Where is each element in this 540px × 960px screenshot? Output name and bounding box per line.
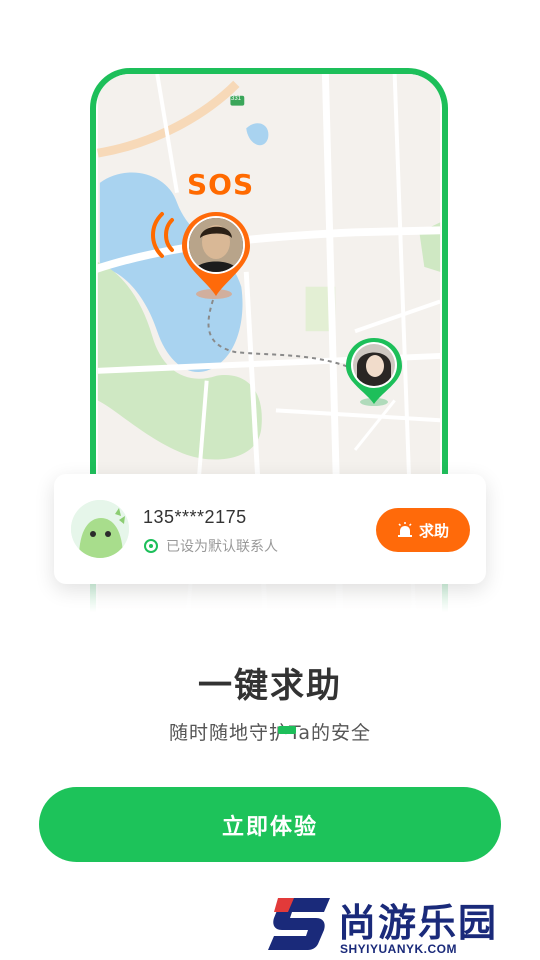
sos-location-pin[interactable]: [180, 210, 252, 298]
try-now-button[interactable]: 立即体验: [39, 787, 501, 862]
dinosaur-avatar-icon: [71, 500, 129, 558]
help-button-label: 求助: [418, 521, 449, 540]
status-text: 已设为默认联系人: [166, 539, 278, 555]
default-contact-status: 已设为默认联系人: [144, 536, 278, 556]
signal-waves-icon: [151, 212, 174, 258]
contact-card: 135****2175 已设为默认联系人 求助: [54, 474, 486, 584]
sos-label: SOS: [187, 168, 255, 201]
brand-s-logo-icon: [268, 898, 330, 950]
text-cursor-marker: [278, 726, 296, 734]
page-title: 一键求助: [198, 666, 342, 706]
watermark-url: SHYIYUANYK.COM: [340, 942, 458, 956]
help-button[interactable]: 求助: [376, 508, 470, 552]
page-subtitle: 随时随地守护Ta的安全: [168, 722, 372, 744]
alarm-light-icon: [397, 522, 412, 537]
contact-location-pin[interactable]: [344, 336, 404, 406]
watermark-brand: 尚游乐园: [338, 901, 499, 945]
contact-avatar: [353, 344, 395, 386]
contact-phone-number: 135****2175: [143, 507, 247, 527]
user-avatar: [189, 218, 243, 272]
watermark-logo: 尚游乐园 SHYIYUANYK.COM: [258, 892, 540, 960]
radio-checked-icon: [144, 539, 158, 553]
